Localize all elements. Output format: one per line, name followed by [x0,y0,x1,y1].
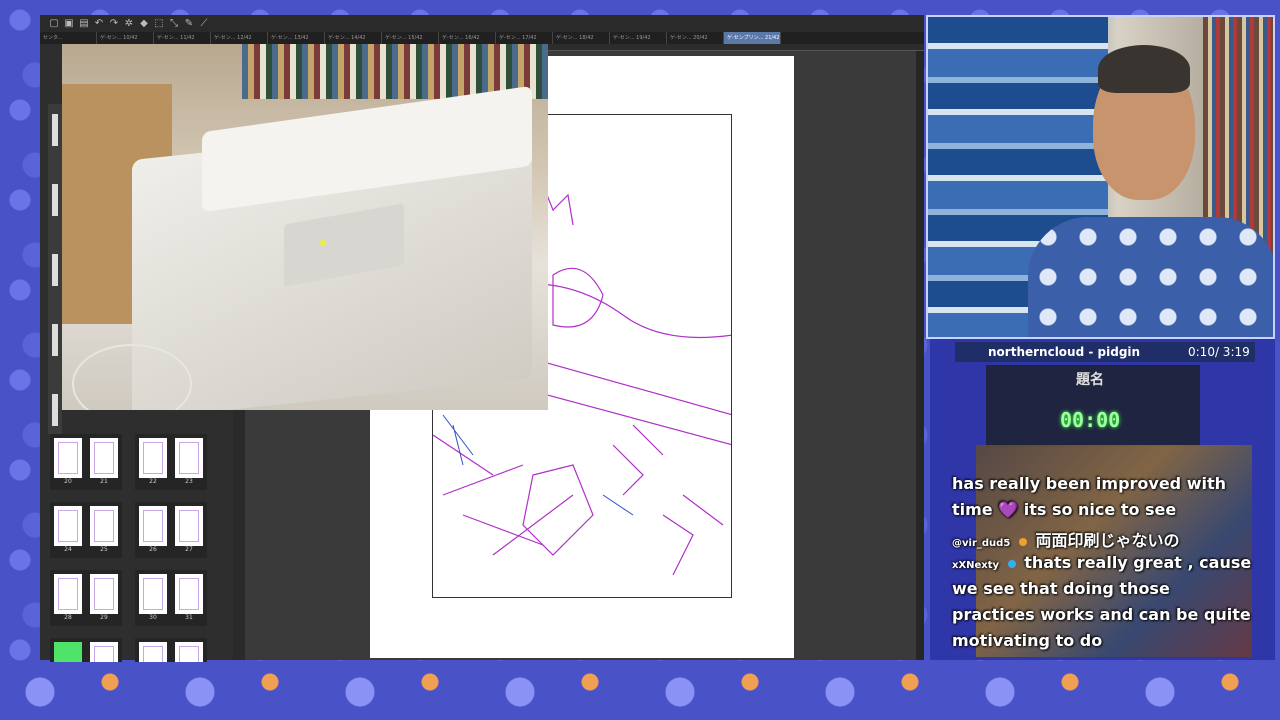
chat-username[interactable]: @vir_dud5 [952,538,1010,549]
user-badge-icon [1007,559,1016,568]
select-icon[interactable]: ⬚ [153,18,165,30]
tab-3[interactable]: ゲ-セン... 12/42 [211,32,268,44]
spread[interactable]: 30 31 [135,570,207,626]
page-strip-item[interactable] [52,184,58,216]
settings-icon[interactable]: ✲ [123,18,135,30]
ruler-icon[interactable]: ⟋ [198,18,210,30]
undo-icon[interactable]: ↶ [93,18,105,30]
page-thumb[interactable] [54,574,82,614]
toolbar: ▢ ▣ ▤ ↶ ↷ ✲ ◆ ⬚ ⤡ ✎ ⟋ [40,15,924,32]
redo-icon[interactable]: ↷ [108,18,120,30]
page-strip-item[interactable] [52,254,58,286]
page-number: 29 [100,614,108,621]
spread[interactable]: 28 29 [50,570,122,626]
chat-text: we see that doing those [952,579,1170,598]
page-number: 22 [149,478,157,485]
page-number: 24 [64,546,72,553]
tab-9[interactable]: ゲ-セン... 18/42 [553,32,610,44]
tab-10[interactable]: ゲ-セン... 19/42 [610,32,667,44]
chat-line: motivating to do [952,631,1102,650]
page-strip[interactable] [48,104,62,434]
spread[interactable]: 26 27 [135,502,207,558]
page-number: 20 [64,478,72,485]
spread[interactable]: 22 23 [135,434,207,490]
page-number: 30 [149,614,157,621]
fill-icon[interactable]: ◆ [138,18,150,30]
page-number: 25 [100,546,108,553]
page-thumb[interactable] [54,438,82,478]
page-strip-item[interactable] [52,324,58,356]
now-playing-track: northerncloud - pidgin [988,345,1141,359]
chat-line: practices works and can be quite [952,605,1251,624]
canvas-scrollbar[interactable] [916,51,924,660]
chat-line: we see that doing those [952,579,1170,598]
chat-line: @vir_dud5 両面印刷じゃないの [952,527,1179,551]
chat-text: has really been improved with [952,474,1227,493]
open-icon[interactable]: ▣ [63,18,75,30]
page-number: 28 [64,614,72,621]
page-number: 27 [185,546,193,553]
tab-0[interactable]: センタ... [40,32,97,44]
chat-username[interactable]: xXNexty [952,560,999,571]
tab-5[interactable]: ゲ-セン... 14/42 [325,32,382,44]
page-thumb[interactable] [54,506,82,546]
spread[interactable]: 24 25 [50,502,122,558]
overlay-bottom-band [0,662,1280,720]
chat-text: time 💜 its so nice to see [952,500,1177,519]
streamer-hair [1098,45,1190,93]
printer-led [320,240,326,246]
chat-text: 両面印刷じゃないの [1035,531,1180,550]
webcam-feed [926,15,1275,339]
page-number: 21 [100,478,108,485]
panel-scrollbar[interactable] [233,395,245,660]
timer-title: 題名 [1076,372,1104,388]
chat-line: has really been improved with [952,474,1226,493]
page-strip-item[interactable] [52,394,58,426]
page-thumb[interactable] [175,506,203,546]
page-number: 23 [185,478,193,485]
page-strip-item[interactable] [52,114,58,146]
tab-4[interactable]: ゲ-セン... 13/42 [268,32,325,44]
chat-text: practices works and can be quite [952,605,1251,624]
chat-text: thats really great , cause [1024,553,1252,572]
tab-11[interactable]: ゲ-セン... 20/42 [667,32,724,44]
page-thumb[interactable] [139,574,167,614]
spread[interactable]: 20 21 [50,434,122,490]
chat-text: motivating to do [952,631,1103,650]
tab-8[interactable]: ゲ-セン... 17/42 [496,32,553,44]
tab-7[interactable]: ゲ-セン... 16/42 [439,32,496,44]
pen-icon[interactable]: ✎ [183,18,195,30]
page-thumb[interactable] [90,506,118,546]
timer-clock: 00:00 [1060,408,1121,432]
page-thumb[interactable] [139,506,167,546]
chat-line: xXNexty thats really great , cause [952,553,1251,572]
chat-line: time 💜 its so nice to see [952,500,1176,519]
user-badge-icon [1018,537,1027,546]
tab-2[interactable]: ゲ-セン... 11/42 [154,32,211,44]
tab-6[interactable]: ゲ-セン... 15/42 [382,32,439,44]
document-tabs: センタ... ゲ-セン... 10/42 ゲ-セン... 11/42 ゲ-セン.… [40,32,924,44]
save-icon[interactable]: ▤ [78,18,90,30]
page-thumb[interactable] [139,438,167,478]
page-thumb[interactable] [90,438,118,478]
page-thumb[interactable] [175,438,203,478]
streamer-shirt [1028,217,1273,337]
transform-icon[interactable]: ⤡ [168,18,180,30]
page-number: 26 [149,546,157,553]
page-thumb[interactable] [90,574,118,614]
printer-photo-overlay [62,44,548,410]
tab-active[interactable]: ゲ-センプリン... 21/42 [724,32,781,44]
now-playing-time: 0:10/ 3:19 [1188,345,1250,359]
page-thumb[interactable] [175,574,203,614]
new-file-icon[interactable]: ▢ [48,18,60,30]
tab-1[interactable]: ゲ-セン... 10/42 [97,32,154,44]
page-number: 31 [185,614,193,621]
